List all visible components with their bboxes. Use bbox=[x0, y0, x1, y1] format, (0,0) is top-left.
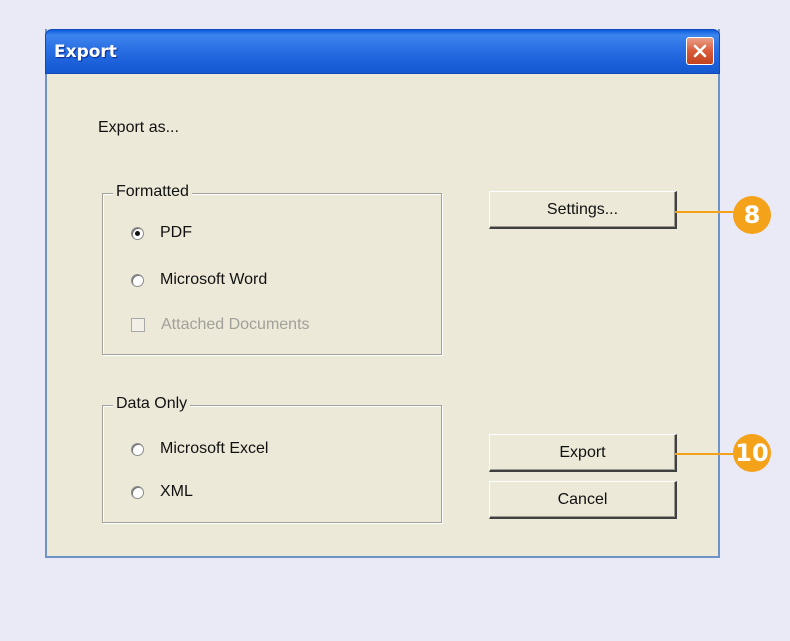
export-button[interactable]: Export bbox=[489, 434, 677, 472]
microsoft-word-option[interactable]: Microsoft Word bbox=[131, 269, 267, 291]
close-icon bbox=[693, 44, 707, 58]
export-dialog: Export Export as... Formatted PDF Micros… bbox=[45, 29, 720, 558]
export-as-label: Export as... bbox=[98, 119, 179, 136]
microsoft-excel-radio[interactable] bbox=[131, 442, 144, 456]
settings-button[interactable]: Settings... bbox=[489, 191, 677, 229]
attached-documents-option: Attached Documents bbox=[131, 314, 310, 336]
data-only-group: Data Only Microsoft Excel XML bbox=[102, 395, 442, 523]
xml-radio[interactable] bbox=[131, 485, 144, 499]
pdf-radio[interactable] bbox=[131, 226, 144, 240]
data-only-legend: Data Only bbox=[113, 395, 191, 413]
dialog-title: Export bbox=[54, 42, 117, 62]
export-callout-badge: 10 bbox=[733, 434, 771, 472]
export-callout-line bbox=[675, 453, 739, 455]
microsoft-word-radio[interactable] bbox=[131, 273, 144, 287]
attached-documents-label: Attached Documents bbox=[161, 316, 310, 333]
settings-callout-line bbox=[675, 211, 739, 213]
microsoft-excel-label[interactable]: Microsoft Excel bbox=[160, 440, 268, 458]
close-button[interactable] bbox=[686, 37, 714, 65]
pdf-label[interactable]: PDF bbox=[160, 224, 192, 242]
formatted-group: Formatted PDF Microsoft Word Attached Do… bbox=[102, 183, 442, 355]
xml-label[interactable]: XML bbox=[160, 483, 193, 501]
xml-option[interactable]: XML bbox=[131, 481, 193, 503]
settings-callout-badge: 8 bbox=[733, 196, 771, 234]
attached-documents-checkbox bbox=[131, 318, 145, 332]
microsoft-word-label[interactable]: Microsoft Word bbox=[160, 271, 267, 289]
formatted-legend: Formatted bbox=[113, 183, 192, 201]
cancel-button[interactable]: Cancel bbox=[489, 481, 677, 519]
title-bar[interactable]: Export bbox=[45, 29, 720, 74]
microsoft-excel-option[interactable]: Microsoft Excel bbox=[131, 438, 268, 460]
pdf-option[interactable]: PDF bbox=[131, 222, 192, 244]
